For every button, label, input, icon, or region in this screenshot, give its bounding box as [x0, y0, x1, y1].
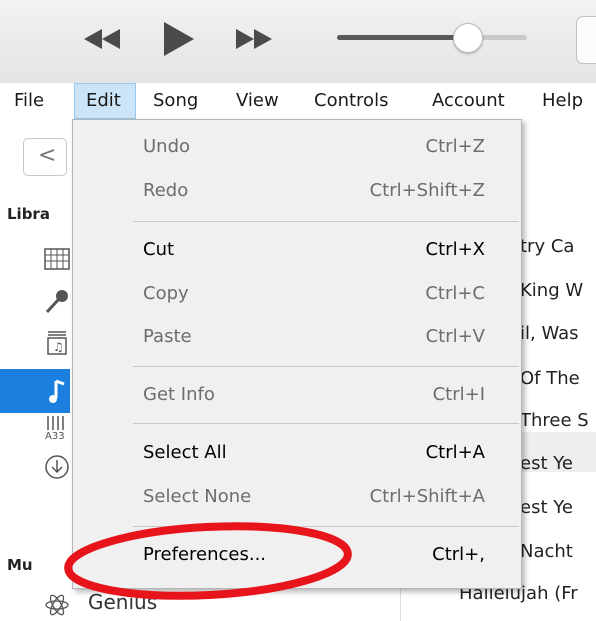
music-note-icon: [49, 379, 65, 403]
menu-item-shortcut: Ctrl+Shift+Z: [369, 180, 485, 201]
composer-icon[interactable]: A33: [44, 414, 70, 440]
menu-separator: [133, 221, 519, 222]
menu-edit[interactable]: Edit: [74, 83, 136, 119]
menu-item-paste[interactable]: Paste Ctrl+V: [73, 317, 521, 357]
volume-slider[interactable]: [337, 35, 527, 40]
menu-item-label: Select None: [143, 486, 252, 507]
menu-account[interactable]: Account: [432, 83, 505, 119]
microphone-icon[interactable]: [44, 288, 70, 314]
volume-knob[interactable]: [453, 23, 483, 53]
menu-item-label: Paste: [143, 326, 192, 347]
menu-item-shortcut: Ctrl+V: [425, 326, 485, 347]
song-title[interactable]: est Ye: [520, 453, 573, 474]
rewind-icon[interactable]: [82, 27, 122, 51]
player-toolbar: [0, 0, 596, 83]
back-button[interactable]: <: [23, 138, 67, 176]
download-icon[interactable]: [44, 454, 70, 480]
play-icon[interactable]: [162, 20, 196, 58]
edit-menu-dropdown: Undo Ctrl+Z Redo Ctrl+Shift+Z Cut Ctrl+X…: [72, 119, 522, 589]
song-title[interactable]: il, Was: [520, 323, 579, 344]
menu-item-label: Copy: [143, 283, 189, 304]
menu-item-label: Select All: [143, 442, 227, 463]
song-title[interactable]: Three S: [520, 410, 589, 431]
genius-label[interactable]: Genius: [88, 590, 157, 614]
song-title[interactable]: Nacht: [520, 541, 573, 562]
menu-item-label: Preferences...: [143, 544, 267, 565]
menu-help[interactable]: Help: [542, 83, 583, 119]
menu-item-shortcut: Ctrl+,: [432, 544, 485, 565]
menu-item-get-info[interactable]: Get Info Ctrl+I: [73, 375, 521, 415]
menu-controls[interactable]: Controls: [314, 83, 388, 119]
grid-icon[interactable]: [44, 246, 70, 272]
menu-separator: [133, 526, 519, 527]
menu-item-shortcut: Ctrl+Shift+A: [369, 486, 485, 507]
menu-item-shortcut: Ctrl+X: [425, 239, 485, 260]
status-display: [576, 16, 596, 64]
menu-item-shortcut: Ctrl+C: [425, 283, 485, 304]
menu-item-select-none[interactable]: Select None Ctrl+Shift+A: [73, 477, 521, 517]
volume-fill: [337, 35, 459, 40]
menu-item-select-all[interactable]: Select All Ctrl+A: [73, 433, 521, 473]
menu-item-cut[interactable]: Cut Ctrl+X: [73, 230, 521, 270]
menu-item-copy[interactable]: Copy Ctrl+C: [73, 274, 521, 314]
svg-text:♫: ♫: [53, 340, 64, 354]
genius-icon[interactable]: [44, 592, 70, 618]
library-heading: Libra: [7, 205, 50, 223]
song-title[interactable]: est Ye: [520, 497, 573, 518]
menu-item-label: Undo: [143, 136, 191, 157]
menu-item-label: Get Info: [143, 384, 215, 405]
menu-item-redo[interactable]: Redo Ctrl+Shift+Z: [73, 171, 521, 211]
menu-item-shortcut: Ctrl+I: [432, 384, 485, 405]
menu-bar: File Edit Song View Controls Account Hel…: [0, 83, 596, 119]
menu-separator: [133, 366, 519, 367]
menu-file[interactable]: File: [14, 83, 44, 119]
menu-item-shortcut: Ctrl+Z: [425, 136, 485, 157]
song-title[interactable]: try Ca: [520, 236, 574, 257]
menu-item-preferences[interactable]: Preferences... Ctrl+,: [73, 535, 521, 575]
menu-item-shortcut: Ctrl+A: [425, 442, 485, 463]
fast-forward-icon[interactable]: [234, 27, 274, 51]
song-title[interactable]: Of The: [520, 368, 580, 389]
menu-song[interactable]: Song: [153, 83, 198, 119]
menu-item-label: Redo: [143, 180, 189, 201]
menu-item-undo[interactable]: Undo Ctrl+Z: [73, 127, 521, 167]
music-heading: Mu: [7, 556, 33, 574]
menu-view[interactable]: View: [236, 83, 279, 119]
song-title[interactable]: King W: [520, 280, 583, 301]
menu-separator: [133, 423, 519, 424]
svg-text:A33: A33: [45, 431, 65, 440]
menu-item-label: Cut: [143, 239, 175, 260]
music-list-icon[interactable]: ♫: [44, 330, 70, 356]
